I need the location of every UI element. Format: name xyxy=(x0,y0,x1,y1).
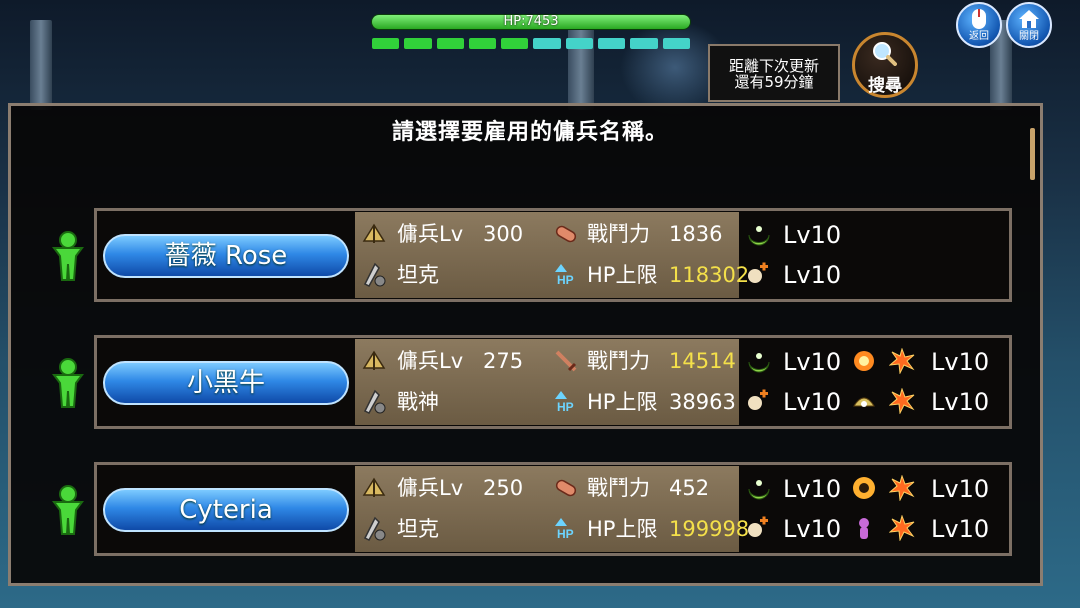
energy-segment xyxy=(436,38,464,49)
level-value: 250 xyxy=(483,476,524,500)
background-pillar xyxy=(30,20,52,110)
class-value: 坦克 xyxy=(397,517,439,541)
player-hp-text: HP:7453 xyxy=(503,14,559,29)
power-label: 戰鬥力 xyxy=(587,222,650,246)
skill-level: Lv10 xyxy=(931,388,990,416)
level-label: 傭兵Lv xyxy=(397,476,464,500)
svg-text:HP: HP xyxy=(557,400,574,414)
energy-segment xyxy=(533,38,561,49)
energy-segment xyxy=(565,38,594,49)
class-icon xyxy=(363,516,386,541)
back-label: 返回 xyxy=(969,31,989,42)
update-timer-line1: 距離下次更新 xyxy=(728,57,819,75)
search-label: 搜尋 xyxy=(868,76,902,96)
heal-skill-icon xyxy=(748,389,768,410)
skill-level: Lv10 xyxy=(931,515,990,543)
energy-segment xyxy=(598,38,626,49)
crescent-skill-icon xyxy=(748,226,770,246)
skill-level: Lv10 xyxy=(783,261,842,289)
level-label: 傭兵Lv xyxy=(397,222,464,246)
mercenary-stats: 傭兵Lv 250 坦克 戰鬥力 452 HP HP上限 199998 xyxy=(355,466,749,552)
close-button[interactable]: 關閉 xyxy=(1006,2,1052,48)
power-scroll-icon xyxy=(555,479,577,497)
explosion-icon xyxy=(889,475,915,501)
power-scroll-icon xyxy=(555,225,577,243)
power-sword-icon xyxy=(555,350,577,372)
heal-skill-icon xyxy=(748,516,768,537)
explosion-icon xyxy=(889,388,915,414)
hp-icon: HP xyxy=(555,518,574,541)
skill-level: Lv10 xyxy=(931,348,990,376)
power-label: 戰鬥力 xyxy=(587,476,650,500)
level-icon xyxy=(362,350,386,370)
sun-burst-skill-icon xyxy=(853,477,875,499)
skill-level: Lv10 xyxy=(783,515,842,543)
crescent-skill-icon xyxy=(748,353,770,373)
class-icon xyxy=(363,262,386,287)
skill-level: Lv10 xyxy=(783,388,842,416)
search-button[interactable]: 搜尋 xyxy=(852,32,918,98)
energy-segments xyxy=(372,38,690,49)
shield-burst-skill-icon xyxy=(853,397,875,407)
mercenary-row[interactable]: 薔薇 Rose 傭兵Lv 300 坦克 戰鬥力 1836 HP HP上限 118302 Lv10 L… xyxy=(94,208,1012,302)
energy-segment xyxy=(501,38,529,49)
level-value: 275 xyxy=(483,349,524,373)
hp-label: HP上限 xyxy=(587,517,658,541)
power-value: 14514 xyxy=(669,349,736,373)
heal-skill-icon xyxy=(748,262,768,283)
level-value: 300 xyxy=(483,222,524,246)
hp-icon: HP xyxy=(555,391,574,414)
mercenary-figure-icon xyxy=(52,485,84,535)
poison-skill-icon xyxy=(859,518,869,539)
hp-label: HP上限 xyxy=(587,390,658,414)
mercenary-name-button[interactable]: 薔薇 Rose xyxy=(103,234,349,278)
close-label: 關閉 xyxy=(1019,31,1039,42)
power-value: 452 xyxy=(669,476,710,500)
skill-level: Lv10 xyxy=(783,221,842,249)
level-icon xyxy=(362,223,386,243)
energy-segment xyxy=(468,38,497,49)
panel-title: 請選擇要雇用的傭兵名稱。 xyxy=(391,120,668,145)
mercenary-name-button[interactable]: 小黑牛 xyxy=(103,361,349,405)
hp-value: 38963 xyxy=(669,390,736,414)
class-value: 戰神 xyxy=(397,390,439,414)
hp-icon: HP xyxy=(555,264,574,287)
level-label: 傭兵Lv xyxy=(397,349,464,373)
back-button[interactable]: 返回 xyxy=(956,2,1002,48)
skill-level: Lv10 xyxy=(783,348,842,376)
mercenary-row[interactable]: 小黑牛 傭兵Lv 275 戰神 戰鬥力 14514 HP HP上限 38963 Lv10 Lv10 L… xyxy=(94,335,1012,429)
svg-text:HP: HP xyxy=(557,273,574,287)
hp-value: 118302 xyxy=(669,263,750,287)
mercenary-stats: 傭兵Lv 300 坦克 戰鬥力 1836 HP HP上限 118302 xyxy=(355,212,749,298)
home-icon xyxy=(1019,10,1039,28)
mercenary-figure-icon xyxy=(52,231,84,281)
mercenary-name-button[interactable]: Cyteria xyxy=(103,488,349,532)
skill-level: Lv10 xyxy=(783,475,842,503)
class-icon xyxy=(363,389,386,414)
fire-burst-skill-icon xyxy=(854,351,874,371)
crescent-skill-icon xyxy=(748,480,770,500)
energy-segment xyxy=(662,38,690,49)
energy-segment xyxy=(404,38,432,49)
energy-segment xyxy=(372,38,400,49)
level-icon xyxy=(362,477,386,497)
mercenary-figure-icon xyxy=(52,358,84,408)
energy-segment xyxy=(630,38,658,49)
hp-value: 199998 xyxy=(669,517,750,541)
svg-text:HP: HP xyxy=(557,527,574,541)
update-timer-line2: 還有59分鐘 xyxy=(734,73,814,91)
background-pillar xyxy=(568,20,594,110)
update-timer-box: 距離下次更新 還有59分鐘 xyxy=(708,44,840,102)
power-value: 1836 xyxy=(669,222,723,246)
mercenary-stats: 傭兵Lv 275 戰神 戰鬥力 14514 HP HP上限 38963 xyxy=(355,339,739,425)
explosion-icon xyxy=(889,348,915,374)
magnifier-icon xyxy=(873,42,897,66)
class-value: 坦克 xyxy=(397,263,439,287)
explosion-icon xyxy=(889,515,915,541)
panel-scrollbar[interactable] xyxy=(1030,128,1035,180)
mercenary-row[interactable]: Cyteria 傭兵Lv 250 坦克 戰鬥力 452 HP HP上限 199998 Lv10 Lv… xyxy=(94,462,1012,556)
skill-level: Lv10 xyxy=(931,475,990,503)
hp-label: HP上限 xyxy=(587,263,658,287)
power-label: 戰鬥力 xyxy=(587,349,650,373)
